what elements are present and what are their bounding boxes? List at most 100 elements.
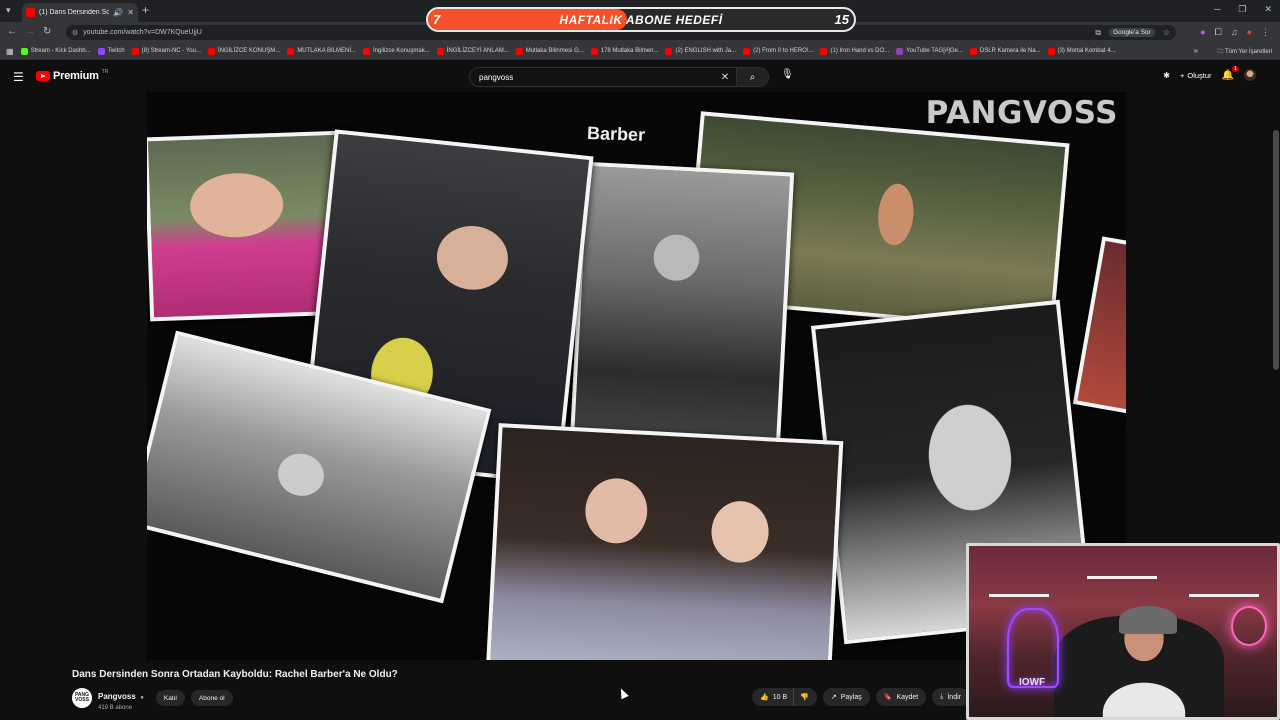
maximize-icon[interactable]: ❐ <box>1238 4 1246 15</box>
bookmark-item[interactable]: (3) Mortal Kombat 4... <box>1047 47 1116 55</box>
bookmark-item[interactable]: İngilizce Konuşmak... <box>363 47 430 55</box>
bookmark-item[interactable]: 178 Mutlaka Bilmen... <box>590 47 658 55</box>
like-count: 10 B <box>772 693 788 701</box>
close-window-icon[interactable]: ✕ <box>1264 4 1272 15</box>
create-button[interactable]: + Oluştur <box>1180 71 1212 80</box>
youtube-icon <box>969 47 977 55</box>
streamer-webcam-overlay: IOWF <box>966 543 1280 720</box>
search-input[interactable]: pangvoss <box>470 73 714 82</box>
shelf <box>1087 576 1157 579</box>
bookmark-item[interactable]: DSLR Kamera ile Na... <box>969 47 1041 55</box>
kick-icon <box>20 47 28 55</box>
browser-tab-active[interactable]: (1) Dans Dersinden Sonra O 🔊 ✕ <box>22 3 138 22</box>
mouse-cursor-icon <box>617 686 629 700</box>
neon-sign-text: IOWF <box>1019 677 1046 688</box>
more-bookmarks-icon[interactable]: » <box>1194 46 1198 55</box>
youtube-icon <box>131 47 139 55</box>
voice-search-mic-icon[interactable]: 🎙 <box>781 69 794 81</box>
youtube-icon <box>436 47 444 55</box>
google-ask-button[interactable]: Google'a Sor <box>1109 28 1155 37</box>
minimize-icon[interactable]: ─ <box>1214 4 1220 15</box>
extensions-puzzle-icon[interactable]: ⧠ <box>1215 27 1222 38</box>
profile-icon[interactable]: ● <box>1247 27 1252 38</box>
youtube-icon <box>590 47 598 55</box>
youtube-icon <box>665 47 673 55</box>
browser-menu-icon[interactable]: ⋮ <box>1261 27 1270 38</box>
save-button[interactable]: 🔖 Kaydet <box>875 688 927 706</box>
bookmarks-bar: ▦ Stream - Kick Dashb... Twitch (8) Stre… <box>0 43 1280 60</box>
logo-country: TR <box>101 69 109 75</box>
bookmark-item[interactable]: (2) From 0 to HERO!... <box>743 47 813 55</box>
shelf <box>1189 594 1259 597</box>
join-button[interactable]: Katıl <box>155 690 185 706</box>
bookmark-item[interactable]: MUTLAKA BİLMENİ... <box>287 47 356 55</box>
account-avatar[interactable] <box>1244 69 1256 81</box>
back-icon[interactable]: ← <box>7 26 17 37</box>
tab-close-icon[interactable]: ✕ <box>127 8 134 17</box>
download-icon: ⤓ <box>940 693 944 700</box>
channel-name[interactable]: Pangvoss <box>98 692 136 701</box>
download-button[interactable]: ⤓ İndir <box>932 688 969 706</box>
notification-count-badge: 1 <box>1231 65 1239 72</box>
channel-avatar[interactable]: PANG VOSS <box>72 688 92 708</box>
youtube-favicon-icon <box>26 8 35 17</box>
youtube-icon <box>743 47 751 55</box>
header-actions: ✱ + Oluştur 🔔 1 <box>1163 65 1256 81</box>
goal-title: HAFTALIK ABONE HEDEFİ <box>559 13 723 27</box>
collage-photo-railing <box>569 161 795 453</box>
extension-icons: ● ⧠ ♫ ● ⋮ <box>1200 27 1270 38</box>
scrollbar-thumb[interactable] <box>1273 130 1279 370</box>
tab-audio-icon[interactable]: 🔊 <box>113 8 123 17</box>
share-icon: ↗ <box>830 694 837 701</box>
collage-photo-edge <box>1072 236 1126 418</box>
video-watermark: PANGVOSS <box>925 95 1118 131</box>
reload-icon[interactable]: ↻ <box>43 26 51 37</box>
notifications-bell-icon[interactable]: 🔔 1 <box>1222 65 1239 81</box>
bookmark-item[interactable]: İNGİLİZCE KONUŞM... <box>207 47 280 55</box>
bookmark-item[interactable]: YouTube TAG[#]Ge... <box>896 47 963 55</box>
media-icon[interactable]: ♫ <box>1231 27 1238 38</box>
verified-icon: ● <box>140 694 144 701</box>
install-app-icon[interactable]: ⧉ <box>1095 28 1101 38</box>
youtube-icon <box>207 47 215 55</box>
menu-hamburger-icon[interactable]: ☰ <box>13 70 24 84</box>
cast-icon[interactable]: ✱ <box>1163 71 1170 80</box>
video-actions: 👍 10 B 👎 ↗ Paylaş 🔖 Kaydet ⤓ İndir <box>752 688 969 706</box>
bookmark-item[interactable]: İNGİLİZCEYİ ANLAM... <box>436 47 509 55</box>
search-button[interactable]: ⌕ <box>736 68 768 86</box>
all-bookmarks[interactable]: 🗀 Tüm Yer İşaretleri <box>1217 47 1272 57</box>
collage-caption: Barber <box>586 122 646 146</box>
share-button[interactable]: ↗ Paylaş <box>822 688 870 706</box>
forward-icon[interactable]: → <box>25 26 35 37</box>
like-button[interactable]: 👍 10 B <box>752 688 795 706</box>
subscriber-goal-banner: 7 HAFTALIK ABONE HEDEFİ 15 <box>426 7 856 32</box>
youtube-icon <box>820 47 828 55</box>
video-title: Dans Dersinden Sonra Ortadan Kayboldu: R… <box>72 669 398 680</box>
bookmark-item[interactable]: (1) Iron Hand vs DO... <box>820 47 889 55</box>
window-controls: ─ ❐ ✕ <box>1214 4 1272 15</box>
subscribe-button[interactable]: Abone ol <box>190 690 233 706</box>
bookmark-item[interactable]: (2) ENGLISH with Ja... <box>665 47 736 55</box>
tab-title: (1) Dans Dersinden Sonra O <box>39 9 110 16</box>
tab-search-chevron-icon[interactable]: ▾ <box>6 5 11 16</box>
site-info-icon[interactable]: ⚙ <box>72 29 78 37</box>
new-tab-icon[interactable]: + <box>142 3 149 17</box>
bookmark-item[interactable]: Stream - Kick Dashb... <box>20 47 91 55</box>
channel-row: PANG VOSS Pangvoss ● 419 B abone Katıl A… <box>72 688 233 711</box>
goal-target-count: 15 <box>834 12 849 27</box>
subscriber-count: 419 B abone <box>98 704 133 711</box>
bookmark-item[interactable]: Mutlaka Bilinmesi G... <box>515 47 584 55</box>
youtube-premium-logo[interactable]: Premium TR <box>36 69 109 82</box>
extension-icon[interactable]: ● <box>1200 27 1205 38</box>
search-icon: ⌕ <box>749 71 756 83</box>
bookmark-item[interactable]: (8) Stream-NC - You... <box>131 47 201 55</box>
apps-grid-icon[interactable]: ▦ <box>6 47 14 56</box>
bookmark-star-icon[interactable]: ☆ <box>1163 28 1170 37</box>
bookmark-item[interactable]: Twitch <box>97 47 125 55</box>
thumbs-down-icon: 👎 <box>800 694 809 701</box>
tag-icon <box>896 47 904 55</box>
youtube-icon <box>287 47 295 55</box>
clear-search-icon[interactable]: ✕ <box>714 72 736 83</box>
dislike-button[interactable]: 👎 <box>794 688 817 706</box>
bookmark-icon: 🔖 <box>883 694 893 701</box>
